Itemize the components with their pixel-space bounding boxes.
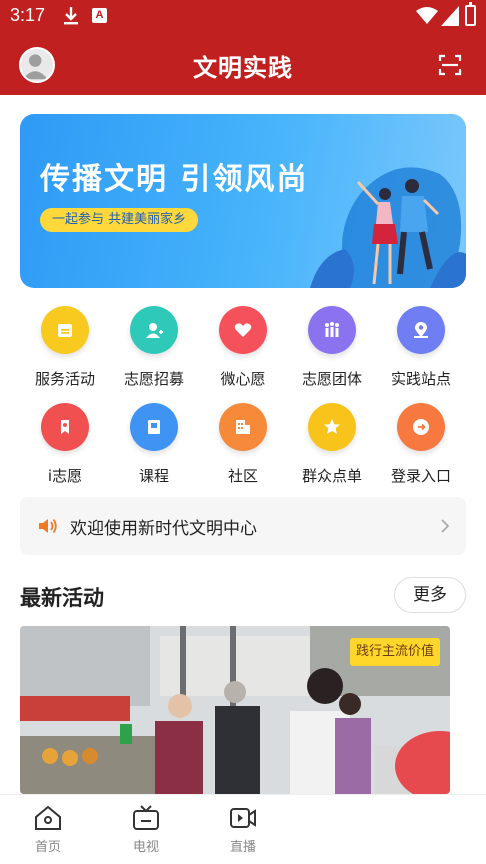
speaker-icon (39, 518, 57, 534)
grid-item-label: 服务活动 (34, 370, 95, 388)
grid-item-public-order[interactable]: 群众点单 (287, 403, 377, 486)
star-icon (308, 403, 356, 451)
group-icon (308, 306, 356, 354)
more-button[interactable]: 更多 (394, 577, 466, 613)
nav-label: 电视 (132, 840, 159, 855)
page-title: 文明实践 (193, 54, 293, 82)
promo-banner[interactable]: 传播文明 引领风尚 一起参与 共建美丽家乡 (20, 114, 466, 288)
notice-bar[interactable]: 欢迎使用新时代文明中心 (20, 497, 466, 555)
activity-card-image[interactable]: 践行主流价值 (20, 626, 450, 794)
live-icon (230, 808, 256, 828)
grid-item-label: 群众点单 (301, 467, 362, 485)
grid-item-label: 微心愿 (220, 370, 266, 388)
scan-icon[interactable] (438, 53, 462, 77)
book-icon (130, 403, 178, 451)
grid-item-label: 社区 (227, 467, 258, 485)
grid-item-volunteer-recruit[interactable]: 志愿招募 (109, 306, 199, 389)
grid-item-label: 登录入口 (390, 467, 451, 485)
tv-icon (133, 805, 159, 830)
app-header: 3:17 A 文明实践 (0, 0, 486, 95)
grid-item-label: 志愿团体 (301, 370, 362, 388)
banner-illustration (310, 167, 466, 288)
grid-item-courses[interactable]: 课程 (109, 403, 199, 486)
grid-item-community[interactable]: 社区 (198, 403, 288, 486)
building-icon (219, 403, 267, 451)
chevron-right-icon (441, 519, 450, 533)
section-title: 最新活动 (20, 586, 104, 610)
grid-item-practice-station[interactable]: 实践站点 (376, 306, 466, 389)
wifi-icon (416, 7, 438, 24)
grid-item-label: i志愿 (47, 467, 83, 485)
status-time: 3:17 (10, 5, 46, 25)
banner-headline: 传播文明 引领风尚 (40, 162, 309, 197)
app-notification-icon: A (92, 8, 107, 23)
notice-text: 欢迎使用新时代文明中心 (70, 519, 257, 539)
grid-item-micro-wish[interactable]: 微心愿 (198, 306, 288, 389)
banner-tagline: 一起参与 共建美丽家乡 (40, 208, 199, 232)
volunteer-icon (41, 403, 89, 451)
login-icon (397, 403, 445, 451)
activity-tag: 践行主流价值 (350, 638, 441, 666)
grid-item-volunteer-group[interactable]: 志愿团体 (287, 306, 377, 389)
nav-label: 首页 (34, 840, 61, 855)
download-icon (64, 7, 78, 25)
grid-item-service-activity[interactable]: 服务活动 (20, 306, 110, 389)
grid-item-label: 志愿招募 (123, 370, 184, 388)
grid-item-i-volunteer[interactable]: i志愿 (20, 403, 110, 486)
battery-icon (465, 2, 476, 26)
user-add-icon (130, 306, 178, 354)
grid-item-label: 课程 (138, 467, 169, 485)
signal-icon (441, 6, 459, 26)
grid-item-login-entry[interactable]: 登录入口 (376, 403, 466, 486)
home-icon (35, 805, 61, 830)
nav-tv[interactable]: 电视 (111, 795, 181, 855)
location-icon (397, 306, 445, 354)
grid-item-label: 实践站点 (390, 370, 451, 388)
bottom-nav: 首页 电视 直播 (0, 794, 486, 864)
nav-label: 直播 (229, 840, 256, 855)
heart-icon (219, 306, 267, 354)
nav-home[interactable]: 首页 (13, 795, 83, 855)
nav-live[interactable]: 直播 (208, 795, 278, 855)
calendar-icon (41, 306, 89, 354)
status-bar: 3:17 A (0, 0, 486, 32)
